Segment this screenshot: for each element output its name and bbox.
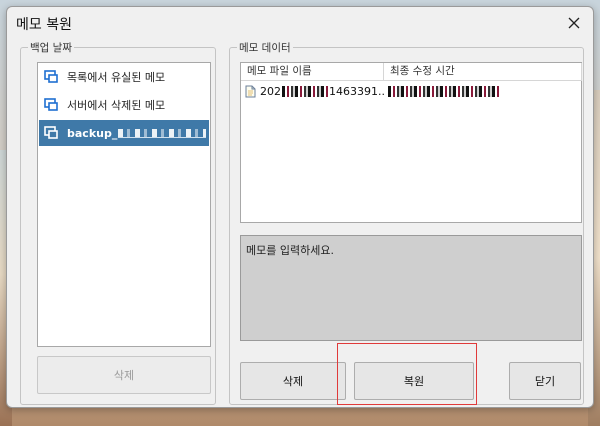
delete-backup-button[interactable]: 삭제 [37, 356, 211, 394]
restore-button[interactable]: 복원 [354, 362, 474, 400]
redacted-text [118, 128, 207, 138]
backup-date-legend: 백업 날짜 [28, 40, 74, 55]
close-window-button[interactable] [561, 11, 587, 35]
file-name-prefix: 202 [260, 84, 281, 98]
list-item-label: 목록에서 유실된 메모 [67, 71, 166, 84]
memo-text-area[interactable]: 메모를 입력하세요. [240, 235, 582, 341]
memo-data-legend: 메모 데이터 [237, 40, 293, 55]
memo-restore-dialog: 메모 복원 백업 날짜 목록에서 유실된 메모 서버에서 삭제된 메모 back… [6, 6, 594, 408]
redacted-text [388, 86, 500, 97]
table-row[interactable]: 202 1463391... [241, 82, 581, 100]
modified-time-cell [388, 85, 500, 98]
computer-icon [44, 70, 58, 83]
redacted-text [282, 86, 328, 97]
close-icon [568, 17, 580, 29]
title-bar: 메모 복원 [7, 7, 593, 40]
delete-memo-button[interactable]: 삭제 [240, 362, 346, 400]
memo-data-group: 메모 데이터 메모 파일 이름 최종 수정 시간 202 1463391... 메… [229, 40, 584, 405]
file-name-suffix: 1463391... [329, 84, 385, 98]
window-title: 메모 복원 [16, 17, 72, 33]
close-button[interactable]: 닫기 [509, 362, 581, 400]
backup-date-list[interactable]: 목록에서 유실된 메모 서버에서 삭제된 메모 backup_ [37, 62, 211, 347]
list-item-backup[interactable]: backup_ [39, 120, 209, 146]
memo-file-table[interactable]: 메모 파일 이름 최종 수정 시간 202 1463391... [240, 62, 582, 223]
computer-icon [44, 126, 58, 139]
file-name-cell: 202 1463391... [260, 85, 385, 98]
backup-date-group: 백업 날짜 목록에서 유실된 메모 서버에서 삭제된 메모 backup_ 삭제 [20, 40, 216, 405]
column-header-file-name[interactable]: 메모 파일 이름 [241, 63, 384, 81]
column-header-modified-time[interactable]: 최종 수정 시간 [384, 63, 582, 81]
list-item-server-deleted-memos[interactable]: 서버에서 삭제된 메모 [39, 92, 209, 118]
list-item-lost-memos[interactable]: 목록에서 유실된 메모 [39, 64, 209, 90]
list-item-label: 서버에서 삭제된 메모 [67, 99, 166, 112]
computer-icon [44, 98, 58, 111]
document-icon [245, 85, 256, 97]
list-item-label: backup_ [67, 126, 118, 140]
